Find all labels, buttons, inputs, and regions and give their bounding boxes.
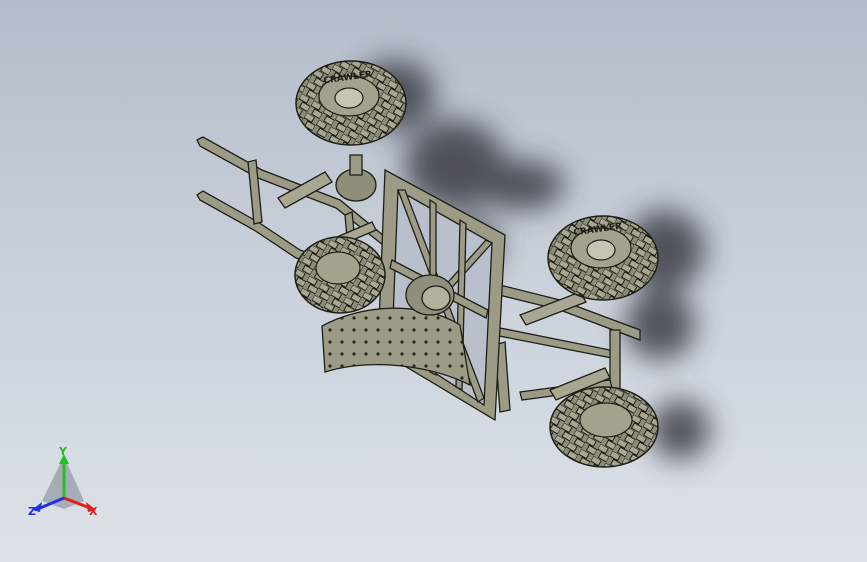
mud-flap [321,307,471,387]
tire-front-right [549,386,659,468]
z-axis-label: Z [28,505,36,518]
x-axis-label: X [89,505,98,518]
rc-crawler-chassis-model[interactable]: CRAWLER CRAWLER [0,0,867,562]
graphics-viewport[interactable]: CRAWLER CRAWLER Y X Z [0,0,867,562]
tire-rear-right [294,236,386,314]
y-axis-label: Y [59,445,67,458]
view-orientation-triad[interactable]: Y X Z [22,446,112,526]
